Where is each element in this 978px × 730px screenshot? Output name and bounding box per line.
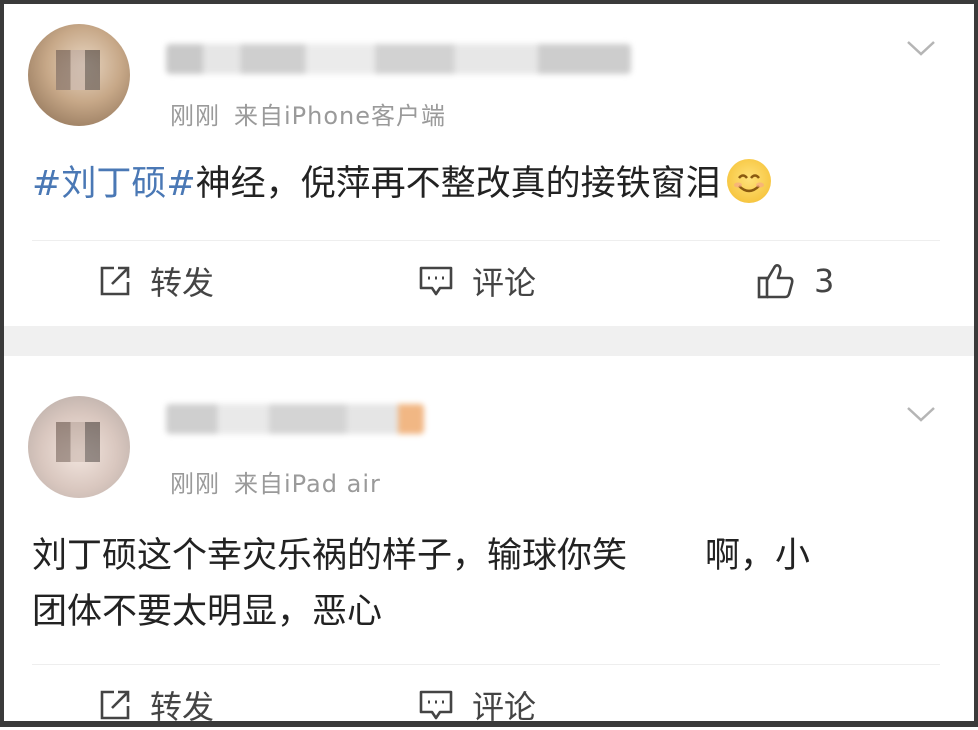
- post-text-segment: 啊，小: [705, 536, 811, 576]
- thumbs-up-icon: [757, 264, 794, 299]
- share-icon: [100, 690, 130, 720]
- hashtag-link[interactable]: #刘丁硕#: [32, 164, 196, 204]
- post-card: 刚刚 来自iPhone客户端 #刘丁硕#神经，倪萍再不整改真的接铁窗泪 转发 评论…: [4, 4, 974, 326]
- divider: [32, 240, 940, 241]
- username-blurred[interactable]: [166, 404, 424, 434]
- like-button[interactable]: 3: [756, 256, 834, 306]
- comment-label: 评论: [472, 688, 537, 726]
- avatar-mosaic: [56, 422, 100, 462]
- smiling-face-icon: [726, 159, 771, 203]
- post-meta: 刚刚 来自iPhone客户端: [170, 96, 446, 131]
- chevron-down-icon[interactable]: [906, 38, 936, 58]
- chevron-down-icon[interactable]: [906, 404, 936, 424]
- action-bar: 转发 评论: [4, 680, 974, 726]
- share-button[interactable]: 转发: [98, 256, 214, 306]
- share-icon: [100, 266, 130, 296]
- post-separator: [4, 326, 974, 356]
- avatar-mosaic: [56, 50, 100, 90]
- share-label: 转发: [150, 688, 215, 726]
- comment-icon: [419, 266, 453, 296]
- like-count: 3: [814, 262, 835, 300]
- comment-label: 评论: [472, 264, 537, 302]
- post-source: 来自iPhone客户端: [234, 102, 447, 130]
- comment-icon: [419, 690, 453, 720]
- post-time: 刚刚: [170, 102, 220, 130]
- comment-button[interactable]: 评论: [418, 256, 536, 306]
- post-content: 刘丁硕这个幸灾乐祸的样子，输球你笑 啊，小 团体不要太明显，恶心: [32, 528, 932, 640]
- post-content: #刘丁硕#神经，倪萍再不整改真的接铁窗泪: [32, 156, 932, 212]
- post-text-line-2: 团体不要太明显，恶心: [32, 592, 383, 632]
- share-button[interactable]: 转发: [98, 680, 215, 726]
- avatar[interactable]: [28, 24, 130, 126]
- post-text: 神经，倪萍再不整改真的接铁窗泪: [195, 164, 721, 204]
- screenshot-frame: 刚刚 来自iPhone客户端 #刘丁硕#神经，倪萍再不整改真的接铁窗泪 转发 评论…: [0, 0, 978, 727]
- post-time: 刚刚: [170, 470, 220, 498]
- divider: [32, 664, 940, 665]
- post-meta: 刚刚 来自iPad air: [170, 464, 381, 499]
- username-blurred[interactable]: [166, 44, 631, 74]
- action-bar: 转发 评论 3: [4, 256, 974, 306]
- post-text-line-1: 刘丁硕这个幸灾乐祸的样子，输球你笑 啊，小: [32, 528, 932, 584]
- post-source: 来自iPad air: [234, 470, 381, 498]
- post-text-segment: 刘丁硕这个幸灾乐祸的样子，输球你笑: [32, 536, 628, 576]
- avatar[interactable]: [28, 396, 130, 498]
- share-label: 转发: [150, 264, 215, 302]
- post-card: 刚刚 来自iPad air 刘丁硕这个幸灾乐祸的样子，输球你笑 啊，小 团体不要太明…: [4, 356, 974, 726]
- comment-button[interactable]: 评论: [418, 680, 537, 726]
